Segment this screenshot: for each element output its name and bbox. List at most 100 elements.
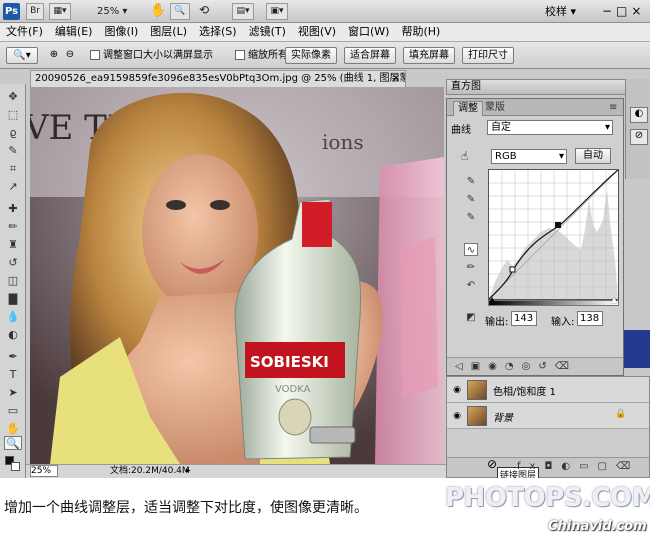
hand-tool-icon[interactable]: ✋: [4, 422, 22, 436]
status-arrow-icon[interactable]: ▸: [186, 465, 191, 478]
curve-edit-icon[interactable]: ∿: [464, 243, 478, 256]
crop-tool-icon[interactable]: ⌗: [4, 162, 22, 176]
zoom-in-icon[interactable]: ⊕: [46, 47, 62, 64]
clip-to-layer-icon[interactable]: ◉: [488, 361, 505, 372]
on-image-adjust-icon[interactable]: ☝: [461, 149, 468, 163]
layer-row[interactable]: ◉ 背景 🔒: [447, 403, 649, 429]
layer-thumbnail: [467, 406, 487, 426]
black-point-eyedropper-icon[interactable]: ✎: [464, 175, 478, 188]
menu-layer[interactable]: 图层(L): [144, 23, 193, 41]
view-previous-icon[interactable]: ◎: [522, 361, 539, 372]
input-value-field[interactable]: 138: [577, 311, 603, 326]
toolbox: ✥ ⬚ ϱ ✎ ⌗ ↗ ✚ ✏ ♜ ↺ ◫ ▇ 💧 ◐ ✒ T ➤ ▭ ✋ 🔍: [0, 84, 26, 478]
dock-button-1-icon[interactable]: ◐: [630, 107, 648, 123]
tab-masks[interactable]: 蒙版: [481, 101, 509, 116]
menu-edit[interactable]: 编辑(E): [49, 23, 99, 41]
view-extras-button[interactable]: ▦▾: [49, 3, 71, 20]
return-to-list-icon[interactable]: ◁: [455, 361, 471, 372]
blur-tool-icon[interactable]: 💧: [4, 310, 22, 324]
menu-image[interactable]: 图像(I): [98, 23, 144, 41]
eraser-tool-icon[interactable]: ◫: [4, 274, 22, 288]
menu-select[interactable]: 选择(S): [193, 23, 243, 41]
curve-point-shadow[interactable]: [509, 266, 516, 273]
lock-icon: 🔒: [615, 409, 627, 419]
layer-row[interactable]: ◉ 色相/饱和度 1: [447, 377, 649, 403]
histogram-panel-header[interactable]: 直方图: [446, 79, 650, 95]
quick-select-tool-icon[interactable]: ✎: [4, 144, 22, 158]
menu-file[interactable]: 文件(F): [0, 23, 49, 41]
tutorial-caption: 增加一个曲线调整层，适当调整下对比度，使图像更清晰。: [4, 500, 368, 516]
history-brush-tool-icon[interactable]: ↺: [4, 256, 22, 270]
black-slider-icon[interactable]: ▲: [489, 295, 495, 304]
channel-select[interactable]: RGB ▾: [491, 149, 567, 164]
hand-tool-icon[interactable]: ✋: [150, 3, 167, 20]
type-tool-icon[interactable]: T: [4, 368, 22, 382]
document-canvas[interactable]: VE TH ions SOBIESKI VODKA: [30, 87, 444, 464]
menu-filter[interactable]: 滤镜(T): [243, 23, 292, 41]
white-slider-icon[interactable]: ▲: [611, 295, 617, 304]
move-tool-icon[interactable]: ✥: [4, 90, 22, 104]
curves-preset-select[interactable]: 自定 ▾: [487, 120, 613, 135]
print-size-button[interactable]: 打印尺寸: [462, 47, 514, 64]
toggle-visibility-icon[interactable]: ◔: [505, 361, 522, 372]
fit-screen-button[interactable]: 适合屏幕: [344, 47, 396, 64]
layer-name[interactable]: 背景: [493, 409, 513, 424]
expand-view-icon[interactable]: ▣: [471, 361, 488, 372]
shape-tool-icon[interactable]: ▭: [4, 404, 22, 418]
auto-button[interactable]: 自动: [575, 148, 611, 164]
launch-bridge-button[interactable]: Br: [26, 3, 44, 20]
eyedropper-tool-icon[interactable]: ↗: [4, 180, 22, 194]
layer-footer-buttons[interactable]: fx◘◐▭▢⌫: [517, 461, 639, 472]
zoom-tool-active-icon[interactable]: 🔍: [4, 436, 22, 450]
zoom-all-checkbox[interactable]: [235, 50, 245, 60]
marquee-tool-icon[interactable]: ⬚: [4, 108, 22, 122]
zoom-tool-icon[interactable]: 🔍: [170, 3, 190, 20]
status-zoom[interactable]: 25%: [30, 465, 58, 477]
screen-mode-button[interactable]: ▣▾: [266, 3, 288, 20]
workspace-switcher[interactable]: 校样 ▾: [545, 3, 595, 20]
pen-tool-icon[interactable]: ✒: [4, 350, 22, 364]
menu-window[interactable]: 窗口(W): [342, 23, 395, 41]
healing-brush-tool-icon[interactable]: ✚: [4, 202, 22, 216]
zoom-level-combo[interactable]: 25% ▾: [97, 3, 145, 20]
curves-graph[interactable]: [488, 169, 619, 300]
layer-name[interactable]: 色相/饱和度 1: [493, 383, 556, 398]
visibility-eye-icon[interactable]: ◉: [451, 384, 463, 396]
resize-windows-checkbox[interactable]: [90, 50, 100, 60]
actual-pixels-button[interactable]: 实际像素: [285, 47, 337, 64]
dodge-tool-icon[interactable]: ◐: [4, 328, 22, 342]
input-label: 输入:: [551, 317, 575, 328]
zoom-out-icon[interactable]: ⊖: [62, 47, 78, 64]
pencil-curve-icon[interactable]: ✏: [464, 261, 478, 274]
rotate-view-icon[interactable]: ⟲: [194, 3, 214, 20]
background-color-swatch[interactable]: [11, 462, 20, 471]
visibility-eye-icon[interactable]: ◉: [451, 410, 463, 422]
clone-stamp-tool-icon[interactable]: ♜: [4, 238, 22, 252]
tool-preset-picker[interactable]: 🔍▾: [6, 47, 38, 64]
dock-button-2-icon[interactable]: ⊘: [630, 129, 648, 145]
delete-adjustment-icon[interactable]: ⌫: [555, 361, 577, 372]
menu-view[interactable]: 视图(V): [292, 23, 342, 41]
lasso-tool-icon[interactable]: ϱ: [4, 126, 22, 140]
gray-point-eyedropper-icon[interactable]: ✎: [464, 193, 478, 206]
curve-point-active[interactable]: [555, 222, 561, 228]
gradient-tool-icon[interactable]: ▇: [4, 292, 22, 306]
window-controls[interactable]: −□×: [602, 2, 648, 21]
white-point-eyedropper-icon[interactable]: ✎: [464, 211, 478, 224]
panel-dock: ◐ ⊘: [625, 79, 650, 179]
output-label: 输出:: [485, 317, 509, 328]
fill-screen-button[interactable]: 填充屏幕: [403, 47, 455, 64]
tab-adjustments[interactable]: 调整: [453, 101, 483, 116]
reset-icon[interactable]: ↺: [538, 361, 554, 372]
document-tab[interactable]: 20090526_ea9159859fe3096e835esV0bPtq3Om.…: [30, 70, 406, 87]
close-document-icon[interactable]: ×: [392, 71, 406, 86]
smooth-curve-icon[interactable]: ↶: [464, 279, 478, 292]
curve-display-options-icon[interactable]: ◩: [464, 311, 478, 324]
output-value-field[interactable]: 143: [511, 311, 537, 326]
menu-help[interactable]: 帮助(H): [395, 23, 446, 41]
brush-tool-icon[interactable]: ✏: [4, 220, 22, 234]
arrange-documents-button[interactable]: ▤▾: [232, 3, 254, 20]
panel-menu-icon[interactable]: ≡: [605, 101, 621, 116]
path-select-tool-icon[interactable]: ➤: [4, 386, 22, 400]
curves-label: 曲线: [451, 125, 471, 136]
